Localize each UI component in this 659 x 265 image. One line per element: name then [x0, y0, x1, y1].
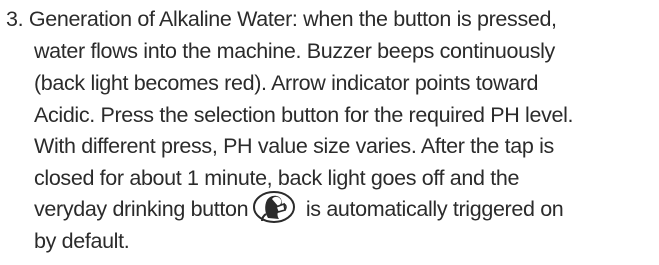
text-line-3: (back light becomes red). Arrow indicato… [34, 71, 539, 95]
item-number: 3. [6, 7, 24, 31]
text-line-7-after-icon: is automatically triggered on [300, 197, 564, 221]
text-line-5: With different press, PH value size vari… [34, 134, 554, 158]
person-drinking-icon [250, 189, 298, 225]
instruction-document: 3. Generation of Alkaline Water: when th… [0, 0, 659, 265]
text-line-7-before-icon: veryday drinking button [34, 197, 249, 221]
item-number-and-first-line: 3. Generation of Alkaline Water: when th… [6, 4, 557, 34]
text-line-8: by default. [34, 229, 130, 253]
text-line-4: Acidic. Press the selection button for t… [34, 103, 574, 127]
text-line-1: Generation of Alkaline Water: when the b… [28, 7, 557, 31]
text-line-2: water flows into the machine. Buzzer bee… [34, 39, 555, 63]
text-line-7: veryday drinking button is automatically… [34, 191, 564, 224]
